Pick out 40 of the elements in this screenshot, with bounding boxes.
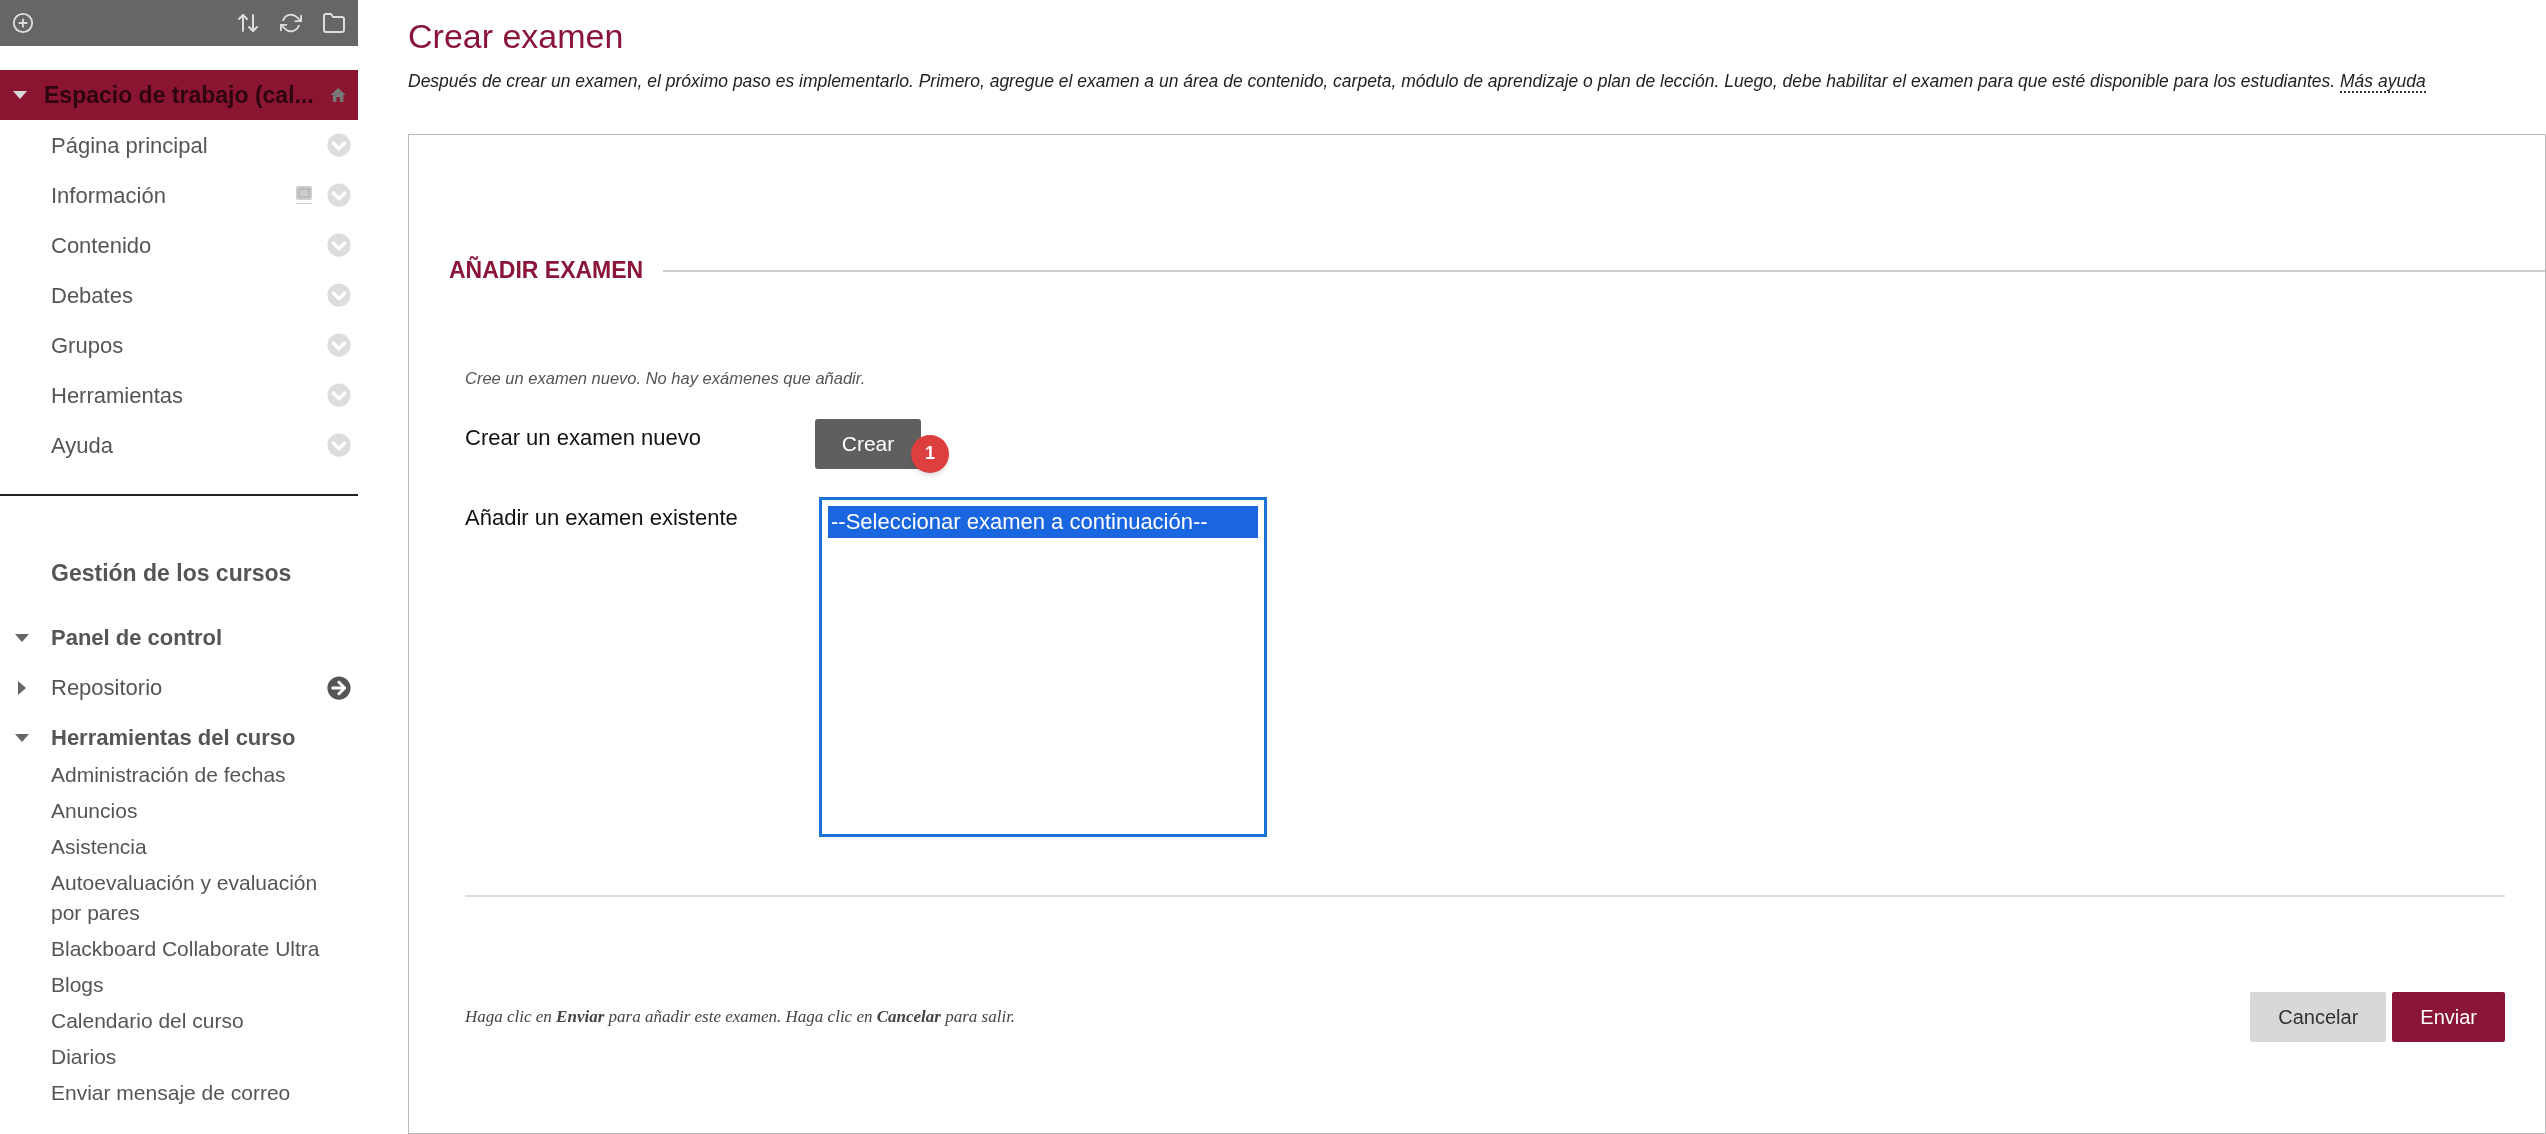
course-menu-link[interactable]: Ayuda — [51, 428, 327, 462]
course-management-title: Gestión de los cursos — [50, 559, 293, 588]
tool-link[interactable]: Enviar mensaje de correo — [51, 1074, 350, 1111]
section-heading: AÑADIR EXAMEN — [449, 255, 644, 286]
course-menu-link[interactable]: Herramientas — [51, 378, 327, 412]
step-badge: 1 — [911, 434, 949, 473]
course-menu-link[interactable]: Debates — [51, 278, 327, 312]
tool-link[interactable]: Blogs — [51, 966, 350, 1003]
folder-icon[interactable] — [322, 11, 346, 35]
hidden-item-icon — [295, 185, 313, 205]
add-icon[interactable] — [12, 12, 34, 34]
listbox-option[interactable]: --Seleccionar examen a continuación-- — [828, 505, 1258, 538]
arrow-right-icon[interactable] — [327, 675, 351, 700]
submit-button[interactable]: Enviar — [2392, 991, 2505, 1042]
tool-link[interactable]: Anuncios — [51, 792, 350, 829]
page-title: Crear examen — [408, 16, 625, 57]
course-menu-link[interactable]: Grupos — [51, 328, 327, 362]
menu-link[interactable]: Repositorio — [51, 671, 306, 704]
help-link[interactable]: Más ayuda — [2340, 71, 2426, 93]
refresh-icon[interactable] — [280, 12, 302, 34]
existing-label: Añadir un examen existente — [465, 503, 739, 532]
create-label: Crear un examen nuevo — [465, 423, 703, 452]
tool-link[interactable]: Calendario del curso — [51, 1002, 350, 1039]
course-menu-link[interactable]: Información — [51, 178, 295, 212]
tool-link[interactable]: Administración de fechas — [51, 756, 350, 793]
section-note: Cree un examen nuevo. No hay exámenes que añadir. — [465, 367, 867, 389]
section-heading[interactable]: Panel de control — [51, 621, 351, 654]
cancel-button[interactable]: Cancelar — [2250, 991, 2387, 1042]
section-heading[interactable]: Herramientas del curso — [51, 721, 351, 754]
tool-link[interactable]: Autoevaluación y evaluación por pares — [51, 864, 350, 931]
create-button[interactable]: Crear — [815, 418, 921, 469]
page-description: Después de crear un examen, el próximo paso es implementarlo. Primero, agregue el examen a un área de contenido, carpeta, módulo de aprendizaje o plan de lección. Luego, debe habilitar el examen para que esté disponible para los estudiantes. Más ayuda — [408, 70, 2427, 95]
tool-link[interactable]: Blackboard Collaborate Ultra — [51, 930, 350, 967]
course-menu-link[interactable]: Página principal — [51, 128, 327, 162]
sort-icon[interactable] — [236, 11, 260, 35]
tool-link[interactable]: Diarios — [51, 1038, 350, 1075]
exam-listbox[interactable]: --Seleccionar examen a continuación-- — [819, 496, 1267, 837]
footer-instructions: Haga clic en Enviar para añadir este examen. Haga clic en Cancelar para salir. — [465, 1005, 1016, 1028]
course-menu-link[interactable]: Contenido — [51, 228, 327, 262]
tool-link[interactable]: Asistencia — [51, 828, 350, 865]
